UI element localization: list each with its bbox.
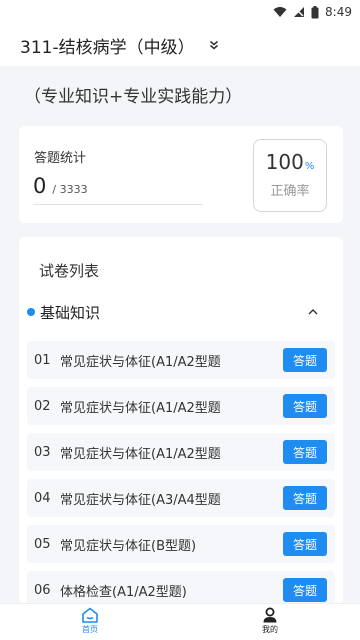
chevron-double-down-icon[interactable] — [209, 40, 219, 50]
paper-row[interactable]: 01 常见症状与体征(A1/A2型题 答题 — [27, 341, 335, 379]
paper-number: 03 — [34, 444, 51, 460]
paper-name: 常见症状与体征(A1/A2型题 — [60, 400, 221, 416]
exam-title[interactable]: 311-结核病学（中级） — [20, 33, 195, 58]
paper-row[interactable]: 03 常见症状与体征(A1/A2型题 答题 — [27, 433, 335, 471]
answer-button[interactable]: 答题 — [283, 532, 327, 556]
answer-button[interactable]: 答题 — [283, 578, 327, 602]
paper-name: 常见症状与体征(A3/A4型题 — [60, 492, 221, 508]
paper-number: 02 — [34, 398, 51, 414]
paper-number: 01 — [34, 352, 51, 368]
accuracy-box: 100% 正确率 — [253, 139, 327, 212]
status-time: 8:49 — [325, 5, 352, 19]
answer-button[interactable]: 答题 — [283, 348, 327, 372]
accuracy-value: 100% — [254, 150, 326, 174]
paper-name: 常见症状与体征(A1/A2型题 — [60, 446, 221, 462]
total-number: / 3333 — [52, 183, 88, 196]
accuracy-label: 正确率 — [270, 184, 310, 199]
signal-icon — [293, 6, 305, 18]
wifi-icon — [273, 6, 287, 18]
nav-mine[interactable]: 我的 — [250, 607, 290, 635]
status-bar: 8:49 — [0, 0, 360, 24]
user-icon — [250, 607, 290, 623]
paper-number: 06 — [34, 582, 51, 598]
paper-list-card: 试卷列表 基础知识 01 常见症状与体征(A1/A2型题 答题 02 常见症状与… — [19, 237, 343, 605]
caret-up-icon[interactable] — [307, 303, 319, 322]
stats-card: 答题统计 0 / 3333 100% 正确率 — [19, 126, 343, 223]
section-header-basic-knowledge[interactable]: 基础知识 — [27, 301, 337, 323]
battery-icon — [311, 5, 319, 19]
paper-row[interactable]: 02 常见症状与体征(A1/A2型题 答题 — [27, 387, 335, 425]
paper-name: 常见症状与体征(B型题) — [60, 538, 197, 554]
paper-rows: 01 常见症状与体征(A1/A2型题 答题 02 常见症状与体征(A1/A2型题… — [27, 341, 335, 605]
header: 311-结核病学（中级） — [0, 24, 360, 66]
paper-row[interactable]: 05 常见症状与体征(B型题) 答题 — [27, 525, 335, 563]
paper-list-title: 试卷列表 — [39, 262, 100, 280]
answer-button[interactable]: 答题 — [283, 394, 327, 418]
divider — [33, 204, 203, 205]
nav-home[interactable]: 首页 — [70, 607, 110, 635]
bottom-nav: 首页 我的 — [0, 603, 360, 640]
paper-number: 05 — [34, 536, 51, 552]
nav-home-label: 首页 — [82, 625, 98, 634]
accuracy-number: 100 — [265, 150, 304, 174]
nav-mine-label: 我的 — [262, 625, 278, 634]
paper-name: 常见症状与体征(A1/A2型题 — [60, 354, 221, 370]
section-label: 基础知识 — [40, 303, 101, 322]
accuracy-unit: % — [304, 161, 315, 172]
answered-number: 0 — [33, 174, 47, 198]
paper-number: 04 — [34, 490, 51, 506]
stats-label: 答题统计 — [34, 151, 87, 166]
answer-button[interactable]: 答题 — [283, 486, 327, 510]
exam-subtitle: （专业知识+专业实践能力） — [24, 87, 243, 107]
answer-button[interactable]: 答题 — [283, 440, 327, 464]
paper-name: 体格检查(A1/A2型题) — [60, 584, 187, 600]
section-dot — [27, 308, 35, 316]
paper-row[interactable]: 06 体格检查(A1/A2型题) 答题 — [27, 571, 335, 605]
paper-row[interactable]: 04 常见症状与体征(A3/A4型题 答题 — [27, 479, 335, 517]
home-icon — [70, 607, 110, 623]
answered-count: 0 / 3333 — [33, 174, 88, 198]
